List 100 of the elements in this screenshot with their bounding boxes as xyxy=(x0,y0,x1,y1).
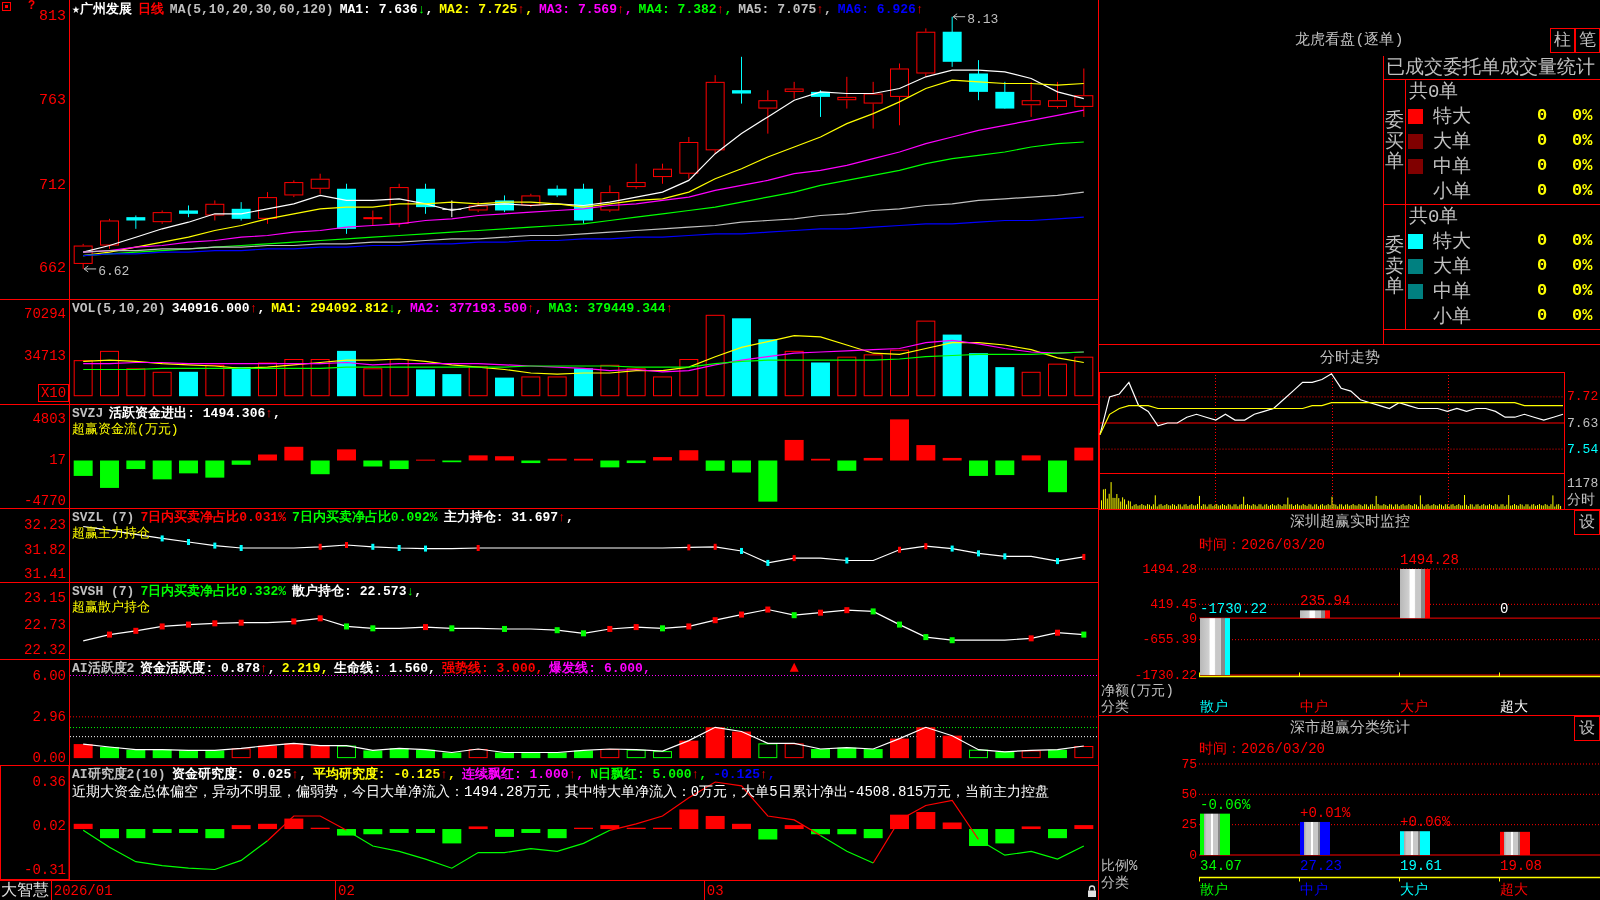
legend-item: MA5: 7.075↑, xyxy=(738,2,832,18)
settings-button[interactable]: 设 xyxy=(1574,510,1600,535)
legend-item: 爆发线: 6.000, xyxy=(549,661,651,677)
axis-tick-label: 22.32 xyxy=(24,642,66,659)
research-bar xyxy=(442,829,462,844)
row-label: 小单 xyxy=(1433,304,1472,329)
change-marker xyxy=(212,620,218,627)
data-label: 34.07 xyxy=(1200,858,1242,874)
category-label: 超大 xyxy=(1500,699,1528,715)
percent-value: 0% xyxy=(1572,281,1593,302)
axis-tick-label: 0.36 xyxy=(32,774,66,790)
fund-flow-bar xyxy=(179,460,198,474)
research-bar xyxy=(495,829,514,837)
count-value: 0 xyxy=(1535,256,1549,277)
change-marker xyxy=(660,625,665,632)
candlestick xyxy=(995,81,1015,110)
row-label: 小单 xyxy=(1433,179,1472,204)
count-value: 0 xyxy=(1535,106,1549,127)
candlestick xyxy=(495,194,514,213)
change-marker xyxy=(923,634,929,641)
research-bar xyxy=(258,823,277,830)
legend-item: MA4: 7.382↑, xyxy=(638,2,733,18)
row-label: 中单 xyxy=(1433,154,1472,179)
group-label: 委卖单 xyxy=(1385,235,1404,299)
candlestick xyxy=(73,243,93,270)
research-bar xyxy=(1074,825,1094,830)
fund-flow-bar xyxy=(811,458,830,461)
square-icon[interactable] xyxy=(2,2,11,11)
legend-item: 日线 xyxy=(137,2,164,18)
settings-button[interactable]: 设 xyxy=(1574,716,1600,741)
change-label: +0.01% xyxy=(1300,804,1351,821)
research-bar xyxy=(679,809,699,830)
legend-item: 强势线: 3.000, xyxy=(441,661,544,677)
axis-tick-label: 2.96 xyxy=(32,709,66,726)
panel-title: 龙虎看盘(逐单) xyxy=(1294,30,1405,51)
change-marker xyxy=(238,619,244,626)
category-label: 中户 xyxy=(1300,882,1328,898)
change-marker xyxy=(845,557,849,564)
change-marker xyxy=(291,618,297,625)
axis-tick-label: 70294 xyxy=(24,306,66,323)
axis-tick-label: 0 xyxy=(1189,847,1197,863)
axis-tick-label: 1494.28 xyxy=(1142,561,1197,577)
fund-flow-bar xyxy=(231,460,251,465)
research-bar xyxy=(890,814,909,830)
indicator-caption: 超赢资金流(万元) xyxy=(72,422,179,437)
change-marker xyxy=(713,543,717,550)
candlestick xyxy=(863,81,883,130)
axis-tick-label: 4803 xyxy=(32,411,66,428)
research-bar xyxy=(1048,829,1067,839)
row-label: 特大 xyxy=(1433,229,1472,254)
research-bar xyxy=(600,825,620,830)
candlestick xyxy=(100,218,119,250)
axis-title: 分类 xyxy=(1101,875,1129,891)
fund-flow-bar xyxy=(258,454,277,461)
candlestick xyxy=(521,193,541,208)
price-annotation: 6.62 xyxy=(83,264,130,280)
candlestick xyxy=(942,16,962,68)
research-bar xyxy=(758,829,778,840)
toggle-button[interactable]: 笔 xyxy=(1575,28,1600,53)
annotation: 8.13 xyxy=(967,12,999,28)
change-marker xyxy=(1028,635,1034,642)
fund-flow-bar xyxy=(547,458,567,461)
group-label: 委买单 xyxy=(1385,110,1404,174)
axis-tick-label: 7.63 xyxy=(1567,415,1599,431)
candlestick xyxy=(468,201,488,213)
fund-flow-bar xyxy=(1048,460,1067,493)
research-bar xyxy=(152,829,172,833)
help-mark[interactable]: ? xyxy=(28,0,36,13)
research-bar xyxy=(995,829,1015,844)
axis-tick-label: 17 xyxy=(49,452,66,469)
legend-item: 7日内买卖净占比0.031% xyxy=(140,510,287,526)
toggle-button[interactable]: 柱 xyxy=(1550,28,1575,53)
change-marker xyxy=(187,539,190,545)
indicator-caption: 超赢散户持仓 xyxy=(72,600,150,615)
axis-tick-label: -0.31 xyxy=(24,861,66,878)
change-marker xyxy=(159,623,165,630)
change-marker xyxy=(792,555,796,562)
data-label: 27.23 xyxy=(1300,858,1342,874)
change-marker xyxy=(581,630,586,637)
candlestick xyxy=(337,183,356,235)
legend-item: MA1: 294092.812↓, xyxy=(271,301,404,317)
count-value: 0 xyxy=(1535,281,1549,302)
change-marker xyxy=(607,625,613,632)
fund-flow-bar xyxy=(653,457,672,461)
axis-tick-label: 7.54 xyxy=(1567,441,1599,457)
research-bar xyxy=(521,829,541,833)
candlestick xyxy=(653,163,672,185)
fund-flow-bar xyxy=(784,439,804,461)
candlestick xyxy=(205,199,225,221)
category-label: 中户 xyxy=(1300,699,1328,715)
legend-item: MA1: 7.636↓, xyxy=(339,2,434,18)
axis-tick-label: -655.39 xyxy=(1142,632,1197,648)
axis-tick-label: 34713 xyxy=(24,347,66,364)
fund-flow-bar xyxy=(310,460,330,475)
net-amount-bar xyxy=(1300,610,1330,619)
research-bar xyxy=(1021,826,1041,830)
fund-flow-bar xyxy=(916,445,936,461)
legend-item: 资金研究度: 0.025↑, xyxy=(171,767,307,783)
candlestick xyxy=(600,184,620,213)
change-marker xyxy=(633,624,639,631)
